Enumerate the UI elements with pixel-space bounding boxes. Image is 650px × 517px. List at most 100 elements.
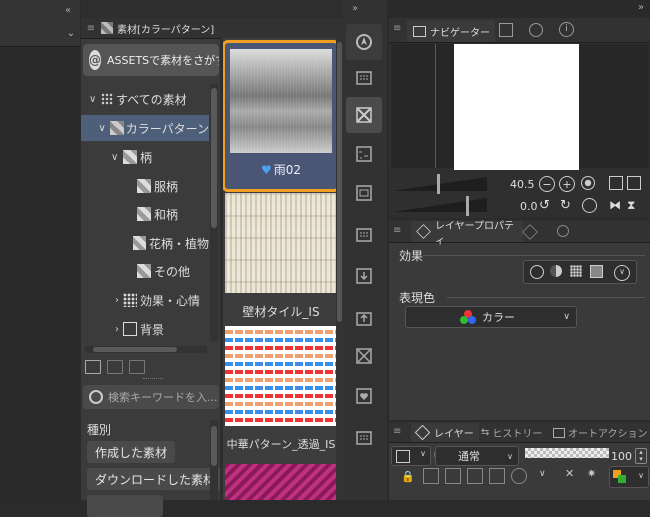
panel-menu-icon[interactable]: ≡: [393, 225, 401, 236]
rotate-left-icon[interactable]: ↺: [539, 198, 550, 213]
material-folder-icon: [132, 236, 146, 250]
tree-item-pattern[interactable]: ∨ 柄: [81, 144, 209, 170]
assets-search-button[interactable]: @ ASSETSで素材をさがす: [83, 44, 219, 76]
thumbnail-item[interactable]: ♥ 雨02: [223, 40, 339, 192]
chevron-down-icon: ∨: [638, 471, 644, 480]
assets-search-label: ASSETSで素材をさがす: [107, 54, 219, 67]
clip-icon[interactable]: [423, 468, 439, 484]
tab-navigator[interactable]: ナビゲーター: [407, 20, 495, 42]
tree-item-background[interactable]: › 背景: [81, 316, 209, 342]
material-side-button-7[interactable]: [346, 338, 382, 374]
tree-item-other[interactable]: その他: [81, 258, 209, 284]
kind-chip-downloaded[interactable]: ダウンロードした素材: [87, 468, 224, 490]
reset-rotation-icon[interactable]: [582, 198, 597, 213]
tree-horizontal-scrollbar[interactable]: [85, 346, 207, 353]
tree-item-clothing-pattern[interactable]: 服柄: [81, 173, 209, 199]
navigator-side-button[interactable]: [346, 24, 382, 60]
scrollbar-thumb[interactable]: [337, 42, 342, 322]
layer-search-tab-icon[interactable]: [522, 224, 538, 240]
expression-color-select[interactable]: カラー ∨: [405, 306, 577, 328]
material-side-button-active[interactable]: [346, 97, 382, 133]
material-side-button-8[interactable]: [346, 378, 382, 414]
splitter-handle[interactable]: [143, 378, 163, 382]
material-side-button-4[interactable]: [346, 217, 382, 253]
border-effect-icon[interactable]: [530, 265, 544, 279]
material-folder-icon: [137, 207, 151, 221]
thumbnail-item-partial[interactable]: [225, 464, 337, 500]
sparkle-icon[interactable]: ✷: [587, 467, 596, 480]
new-folder-icon[interactable]: [85, 360, 101, 374]
tab-auto-action[interactable]: オートアクション: [553, 423, 649, 442]
kind-chip-partial[interactable]: [87, 495, 163, 517]
edit-icon[interactable]: [129, 360, 145, 374]
panel-menu-icon[interactable]: ≡: [85, 20, 97, 36]
navigator-preview[interactable]: [391, 44, 649, 170]
thumbnail-item[interactable]: 壁材タイル_IS: [225, 193, 337, 323]
chevron-left-icon[interactable]: «: [60, 2, 76, 18]
material-side-button-3[interactable]: [346, 175, 382, 211]
tab-layer-property[interactable]: レイヤープロパティ: [411, 221, 523, 247]
folder-add-icon[interactable]: [107, 360, 123, 374]
tab-material[interactable]: 素材[カラーパターン]: [101, 18, 241, 38]
color-wheel-tab-icon[interactable]: [529, 23, 543, 37]
tree-item-effect-emotion[interactable]: › 効果・心情: [81, 287, 209, 313]
layer-color-swatch[interactable]: ∨: [609, 466, 649, 488]
keyword-search-field[interactable]: 検索キーワードを入...: [83, 385, 219, 409]
zoom-in-icon[interactable]: +: [559, 176, 575, 192]
panel-menu-icon[interactable]: ≡: [393, 426, 401, 437]
collapse-arrows-icon[interactable]: »: [638, 2, 644, 13]
material-side-button-5[interactable]: [346, 258, 382, 294]
collapse-arrows-icon[interactable]: »: [345, 0, 365, 16]
rotate-slider-handle[interactable]: [466, 196, 469, 216]
palette-icon[interactable]: [511, 468, 527, 484]
tree-item-floral-plant[interactable]: 花柄・植物: [81, 230, 209, 256]
draft-icon[interactable]: [467, 468, 483, 484]
tab-layer[interactable]: レイヤー: [411, 423, 479, 442]
info-tab-icon[interactable]: i: [559, 22, 574, 37]
kind-chip-created[interactable]: 作成した素材: [87, 441, 176, 463]
scrollbar-thumb[interactable]: [93, 347, 177, 352]
thumbnail-scrollbar[interactable]: [336, 38, 343, 500]
kind-scrollbar[interactable]: [210, 420, 218, 500]
scrollbar-thumb[interactable]: [211, 426, 217, 466]
fit-view-icon[interactable]: [581, 176, 595, 190]
tree-item-japanese-pattern[interactable]: 和柄: [81, 201, 209, 227]
panel-menu-icon[interactable]: ≡: [393, 23, 401, 34]
layer-color-icon[interactable]: [590, 265, 603, 278]
extract-line-icon[interactable]: [550, 265, 562, 277]
thumbnail-item[interactable]: 中華パターン_透過_IS: [225, 326, 337, 466]
lock-icon[interactable]: 🔒: [401, 470, 415, 483]
chevron-down-icon[interactable]: ∨: [539, 469, 546, 479]
mask-icon[interactable]: [489, 468, 505, 484]
chevron-down-icon[interactable]: ⌄: [64, 26, 78, 40]
zoom-out-icon[interactable]: −: [539, 176, 555, 192]
tree-label: 和柄: [154, 207, 179, 222]
layer-thumb-select[interactable]: ∨: [391, 446, 431, 466]
blend-mode-select[interactable]: 通常 ∨: [435, 446, 519, 466]
scrollbar-thumb[interactable]: [211, 88, 217, 228]
tree-item-all-materials[interactable]: ∨ すべての素材: [81, 86, 209, 112]
rotate-right-icon[interactable]: ↻: [560, 198, 571, 213]
zoom-slider-handle[interactable]: [437, 174, 440, 194]
tab-history[interactable]: ⇆ ヒストリー: [481, 423, 551, 442]
opacity-stepper-icon[interactable]: ▴ ▾: [635, 448, 647, 464]
zoom-slider[interactable]: [393, 177, 487, 191]
search-tab-icon[interactable]: [557, 225, 569, 237]
close-icon[interactable]: ✕: [565, 467, 574, 480]
material-side-button-9[interactable]: [346, 420, 382, 456]
fit-window-icon[interactable]: [609, 176, 623, 190]
tree-item-color-pattern[interactable]: ∨ カラーパターン: [81, 115, 209, 141]
tree-vertical-scrollbar[interactable]: [210, 84, 218, 342]
sub-view-tab-icon[interactable]: [499, 23, 513, 37]
material-side-button-6[interactable]: [346, 300, 382, 336]
flip-vertical-icon[interactable]: ⧗: [627, 198, 635, 213]
tone-icon[interactable]: [570, 265, 582, 277]
chevron-down-icon[interactable]: ∨: [614, 265, 630, 281]
flip-horizontal-icon[interactable]: ⧓: [609, 198, 621, 212]
actual-size-icon[interactable]: [627, 176, 641, 190]
reference-icon[interactable]: [445, 468, 461, 484]
opacity-slider[interactable]: [525, 448, 609, 458]
material-side-button-1[interactable]: [346, 60, 382, 96]
material-side-button-2[interactable]: [346, 136, 382, 172]
rotate-slider[interactable]: [393, 198, 487, 212]
